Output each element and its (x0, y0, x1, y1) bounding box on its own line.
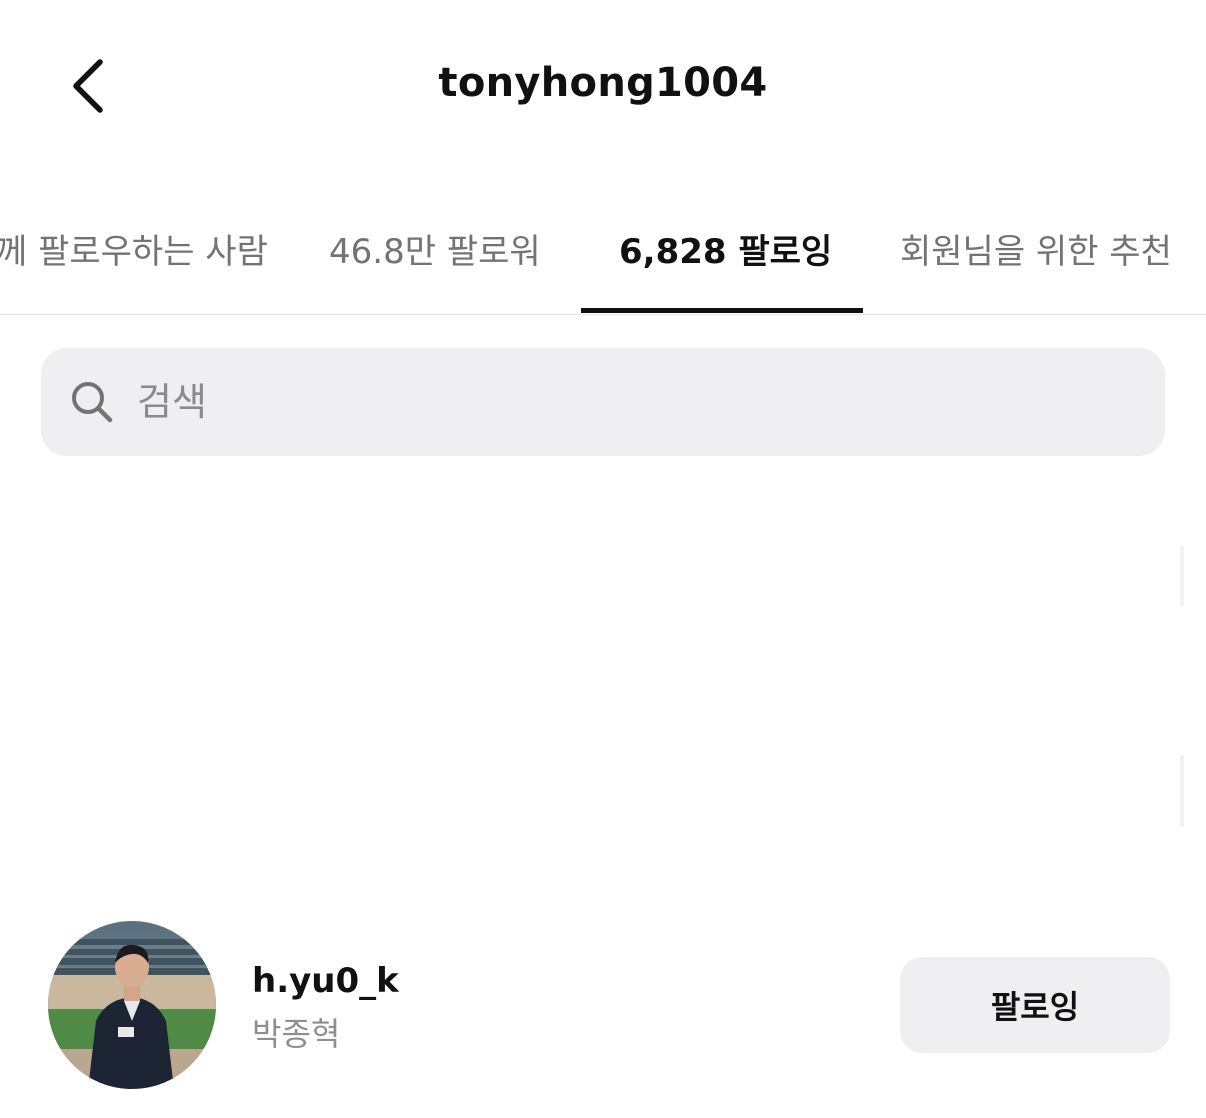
tab-suggested[interactable]: 회원님을 위한 추천 (900, 224, 1172, 273)
tab-mutual-followers[interactable]: 께 팔로우하는 사람 (0, 224, 268, 273)
full-name: 박종혁 (252, 1015, 341, 1053)
avatar[interactable] (48, 921, 216, 1089)
tab-following[interactable]: 6,828 팔로잉 (619, 224, 832, 273)
search-icon (69, 379, 115, 425)
following-screen: tonyhong1004 께 팔로우하는 사람 46.8만 팔로워 6,828 … (0, 0, 1206, 1118)
list-item[interactable]: h.yu0_k 박종혁 팔로잉 (0, 915, 1206, 1095)
following-button[interactable]: 팔로잉 (900, 957, 1170, 1053)
active-tab-indicator (581, 308, 863, 313)
page-title: tonyhong1004 (438, 60, 768, 106)
search-input[interactable] (135, 379, 1039, 425)
scroll-edge-mark (1180, 755, 1184, 827)
tab-bar: 께 팔로우하는 사람 46.8만 팔로워 6,828 팔로잉 회원님을 위한 추… (0, 200, 1206, 315)
tab-followers[interactable]: 46.8만 팔로워 (329, 224, 541, 273)
scroll-edge-mark (1180, 545, 1184, 607)
top-bar: tonyhong1004 (0, 0, 1206, 170)
profile-photo (48, 921, 216, 1089)
username[interactable]: h.yu0_k (252, 961, 399, 1001)
search-bar[interactable] (41, 348, 1165, 456)
